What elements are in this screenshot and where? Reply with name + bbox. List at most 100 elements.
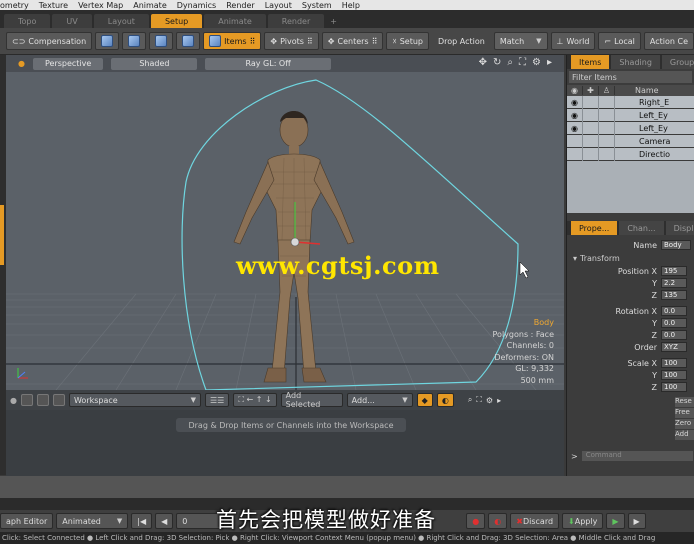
select-materials-button[interactable]	[176, 32, 201, 50]
animated-dropdown[interactable]: Animated ▼	[56, 513, 129, 529]
schematic-tool-icon[interactable]	[20, 394, 33, 406]
tab-layout[interactable]: Layout	[93, 14, 149, 28]
local-button[interactable]: ⌐ Local	[598, 32, 641, 50]
rotation-order-dropdown[interactable]: XYZ	[661, 342, 687, 352]
scale-y-field[interactable]: 100	[661, 370, 687, 380]
visibility-eye-icon[interactable]: ◉	[567, 86, 583, 95]
list-item[interactable]: Directio	[567, 147, 694, 161]
render-icon[interactable]	[599, 95, 615, 109]
select-edges-button[interactable]	[122, 32, 147, 50]
tab-render[interactable]: Render	[267, 14, 325, 28]
visibility-eye-icon[interactable]: ◉	[567, 121, 583, 135]
lock-icon[interactable]: ✚	[583, 86, 599, 95]
render-icon[interactable]	[599, 147, 615, 161]
world-button[interactable]: ⊥ World	[550, 32, 596, 50]
setup-button[interactable]: ☓ Setup	[386, 32, 429, 50]
item-name-field[interactable]: Body	[661, 240, 691, 250]
menu-help[interactable]: Help	[342, 1, 360, 10]
tab-topo[interactable]: Topo	[4, 14, 51, 28]
schematic-link-icon[interactable]	[36, 394, 49, 406]
command-input[interactable]: Command	[581, 451, 693, 461]
tab-uv[interactable]: UV	[52, 14, 92, 28]
layout-grid-button[interactable]: ☰☰	[204, 393, 230, 407]
3d-viewport[interactable]: ● Perspective Shaded Ray GL: Off ✥ ↻ ⌕ ⛶…	[6, 55, 564, 390]
drop-action-dropdown[interactable]: Match ▼	[493, 32, 548, 50]
select-vertices-button[interactable]	[95, 32, 120, 50]
tab-channels[interactable]: Chan...	[619, 221, 664, 235]
expand-icon[interactable]: ▸	[497, 396, 501, 405]
tab-groups[interactable]: Group	[661, 55, 694, 69]
settings-gear-icon[interactable]: ⚙	[532, 57, 541, 68]
position-y-field[interactable]: 2.2	[661, 278, 687, 288]
list-item[interactable]: ◉ Left_Ey	[567, 108, 694, 122]
zero-button[interactable]: Zero	[675, 419, 694, 429]
lock-icon[interactable]	[583, 95, 599, 109]
items-mode-button[interactable]: Items ⠿	[203, 32, 262, 50]
menu-layout[interactable]: Layout	[265, 1, 292, 10]
render-icon[interactable]	[599, 108, 615, 122]
apply-button[interactable]: ⬇ Apply	[562, 513, 604, 529]
centers-button[interactable]: ✥ Centers ⠿	[321, 32, 384, 50]
discard-button[interactable]: ✖ Discard	[510, 513, 560, 529]
rotation-x-field[interactable]: 0.0	[661, 306, 687, 316]
tab-animate[interactable]: Animate	[204, 14, 266, 28]
menu-vertex-map[interactable]: Vertex Map	[78, 1, 123, 10]
viewport-canvas[interactable]	[6, 72, 564, 390]
expand-icon[interactable]: ▸	[547, 57, 552, 68]
node-style-button[interactable]: ◆	[416, 393, 433, 407]
tab-shading[interactable]: Shading	[611, 55, 660, 69]
visibility-eye-icon[interactable]	[567, 134, 583, 148]
lock-icon[interactable]	[583, 121, 599, 135]
menu-system[interactable]: System	[302, 1, 332, 10]
lock-icon[interactable]	[583, 108, 599, 122]
viewport-menu-icon[interactable]: ●	[18, 59, 25, 68]
add-button[interactable]: Add	[675, 430, 694, 440]
step-back-button[interactable]: ◀	[155, 513, 174, 529]
go-to-start-button[interactable]: |◀	[131, 513, 153, 529]
left-dock-tab[interactable]	[0, 205, 4, 265]
list-item[interactable]: ◉ Right_E	[567, 95, 694, 109]
tab-display[interactable]: Displ	[665, 221, 694, 235]
record-key-button[interactable]: ●	[466, 513, 486, 529]
add-node-dropdown[interactable]: Add... ▼	[346, 393, 413, 407]
render-icon[interactable]: ♙	[599, 86, 615, 95]
schematic-menu-icon[interactable]: ●	[10, 396, 17, 405]
add-tab-button[interactable]: +	[326, 14, 341, 28]
graph-editor-button[interactable]: aph Editor	[0, 513, 54, 529]
pan-icon[interactable]: ✥	[479, 57, 487, 68]
visibility-eye-icon[interactable]: ◉	[567, 95, 583, 109]
arrange-nodes-button[interactable]: ⛶ ← ↑ ↓	[233, 393, 277, 407]
raygl-button[interactable]: Ray GL: Off	[205, 57, 331, 70]
play-button[interactable]: ▶	[606, 513, 625, 529]
rotation-z-field[interactable]: 0.0	[661, 330, 687, 340]
fit-icon[interactable]: ⛶	[519, 57, 526, 68]
menu-render[interactable]: Render	[226, 1, 254, 10]
position-z-field[interactable]: 135	[661, 290, 687, 300]
fit-icon[interactable]: ⛶	[476, 395, 482, 405]
compensation-button[interactable]: ⊂⊃ Compensation	[6, 32, 93, 50]
menu-dynamics[interactable]: Dynamics	[177, 1, 216, 10]
list-item[interactable]: ◉ Left_Ey	[567, 121, 694, 135]
auto-key-button[interactable]: ◐	[488, 513, 508, 529]
schematic-workspace[interactable]: Drag & Drop Items or Channels into the W…	[6, 410, 564, 476]
freeze-button[interactable]: Free	[675, 408, 694, 418]
transform-section-header[interactable]: ▾ Transform	[567, 251, 694, 265]
settings-gear-icon[interactable]: ⚙	[486, 396, 493, 405]
play-forward-button[interactable]: ▶	[627, 513, 646, 529]
tab-properties[interactable]: Prope...	[571, 221, 618, 235]
zoom-icon[interactable]: ⌕	[468, 395, 472, 405]
zoom-icon[interactable]: ⌕	[507, 57, 513, 68]
schematic-filter-icon[interactable]	[52, 394, 65, 406]
action-center-button[interactable]: Action Ce	[643, 32, 694, 50]
name-column-header[interactable]: Name	[615, 86, 659, 95]
lock-icon[interactable]	[583, 134, 599, 148]
visibility-eye-icon[interactable]: ◉	[567, 108, 583, 122]
position-x-field[interactable]: 195	[661, 266, 687, 276]
rotation-y-field[interactable]: 0.0	[661, 318, 687, 328]
tab-setup[interactable]: Setup	[150, 14, 203, 28]
add-selected-button[interactable]: Add Selected	[280, 391, 343, 409]
menu-texture[interactable]: Texture	[39, 1, 68, 10]
tab-items[interactable]: Items	[571, 55, 610, 69]
rotate-icon[interactable]: ↻	[493, 57, 501, 68]
scale-z-field[interactable]: 100	[661, 382, 687, 392]
